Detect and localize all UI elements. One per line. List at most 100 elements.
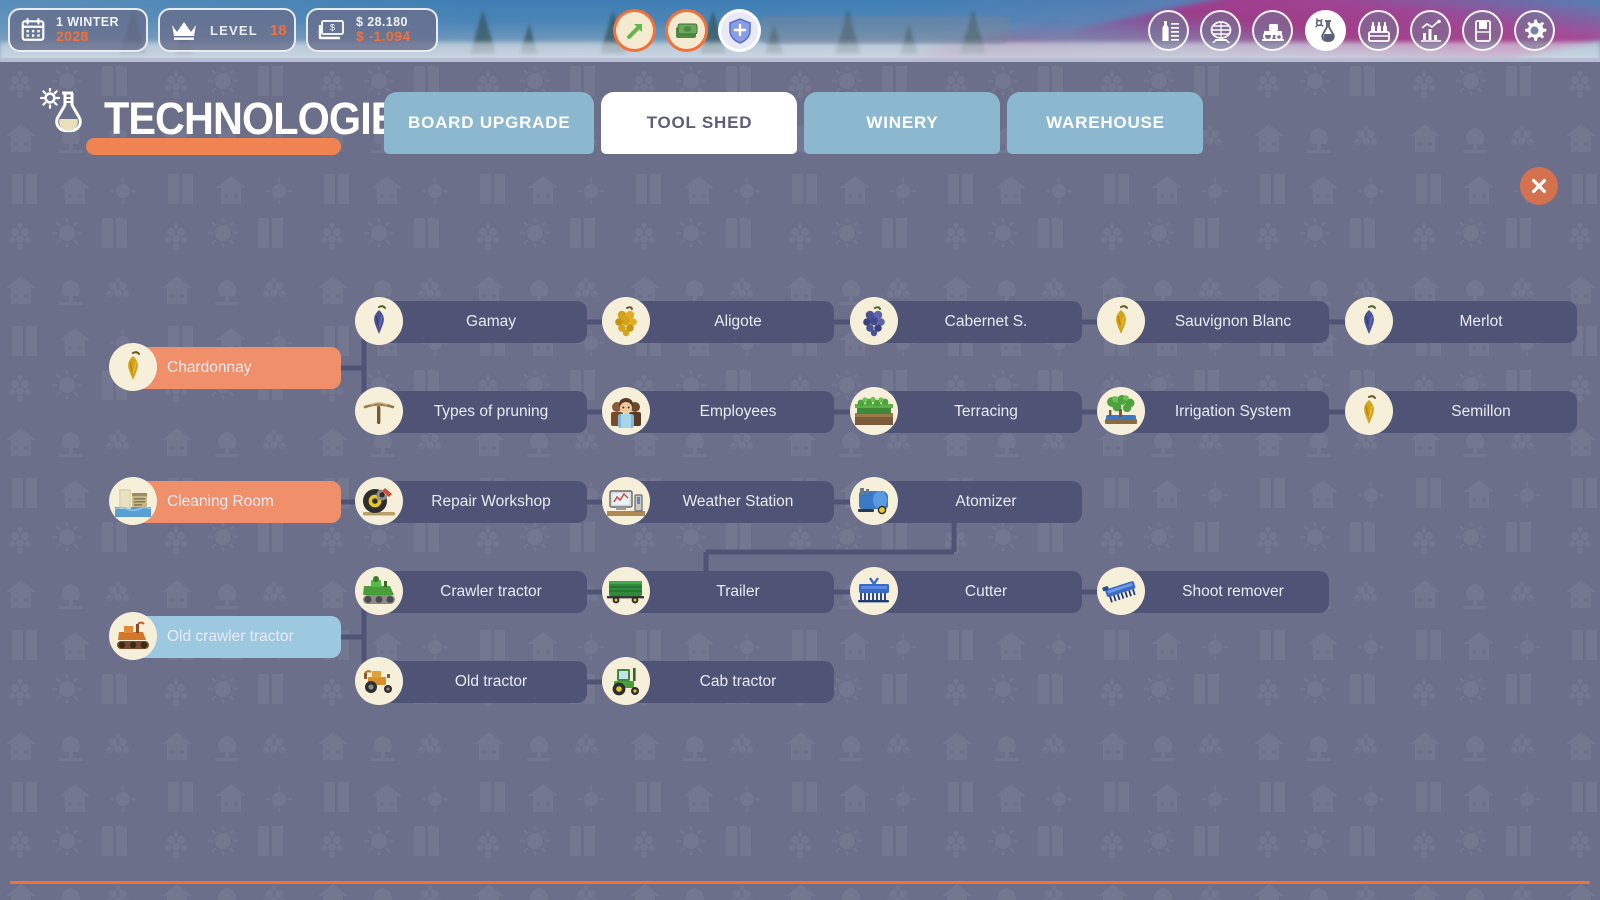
- tech-node-pill: Old crawler tractor: [133, 616, 341, 658]
- tech-node-weatherstation[interactable]: Weather Station: [602, 476, 834, 525]
- tech-node-label: Terracing: [954, 403, 1018, 420]
- tech-node-gamay[interactable]: Gamay: [355, 296, 587, 345]
- old-crawler-icon: [109, 611, 157, 660]
- tech-node-cabtractor[interactable]: Cab tractor: [602, 656, 834, 705]
- green-arrow-icon: [626, 23, 642, 39]
- money-badge[interactable]: [668, 12, 705, 49]
- tech-node-oldtractor[interactable]: Old tractor: [355, 656, 587, 705]
- book-ledger-icon: [1474, 19, 1491, 42]
- bottle-crate-icon-button[interactable]: [1358, 10, 1399, 51]
- tech-node-pill: Semillon: [1369, 391, 1577, 433]
- tech-node-label: Cabernet S.: [944, 313, 1028, 330]
- tractor-icon-button[interactable]: [1252, 10, 1293, 51]
- tech-node-aligote[interactable]: Aligote: [602, 296, 834, 345]
- tech-node-pill: Merlot: [1369, 301, 1577, 343]
- tech-node-pruning[interactable]: Types of pruning: [355, 386, 587, 435]
- book-ledger-icon-button[interactable]: [1462, 10, 1503, 51]
- tech-node-terracing[interactable]: Terracing: [850, 386, 1082, 435]
- date-chip[interactable]: 1 WINTER 2028: [8, 8, 148, 52]
- blue-grape-icon: [355, 296, 403, 345]
- tech-node-chardonnay[interactable]: Chardonnay: [109, 342, 341, 391]
- tech-node-pill: Shoot remover: [1121, 571, 1329, 613]
- tech-node-pill: Gamay: [379, 301, 587, 343]
- calendar-icon: [20, 17, 46, 43]
- tech-node-label: Old crawler tractor: [167, 628, 294, 645]
- tech-node-irrigation[interactable]: Irrigation System: [1097, 386, 1329, 435]
- blue-shield-icon: [728, 17, 751, 44]
- tech-node-pill: Sauvignon Blanc: [1121, 301, 1329, 343]
- date-year: 2028: [56, 28, 89, 45]
- tech-node-label: Irrigation System: [1174, 403, 1292, 420]
- tech-node-label: Chardonnay: [167, 359, 252, 376]
- tech-node-pill: Cab tractor: [626, 661, 834, 703]
- banknote-icon: $: [318, 18, 346, 42]
- tech-node-atomizer[interactable]: Atomizer: [850, 476, 1082, 525]
- shoot-remover-icon: [1097, 566, 1145, 615]
- weather-monitor-icon: [602, 476, 650, 525]
- yellow-grapes-icon: [602, 296, 650, 345]
- barrel-icon: [1210, 20, 1231, 43]
- tech-node-pill: Irrigation System: [1121, 391, 1329, 433]
- cash-stack-icon: [676, 23, 698, 38]
- tech-node-sauvignonblanc[interactable]: Sauvignon Blanc: [1097, 296, 1329, 345]
- tech-node-pill: Cleaning Room: [133, 481, 341, 523]
- blue-grapes-icon: [850, 296, 898, 345]
- yellow-grape-icon: [1097, 296, 1145, 345]
- terrace-field-icon: [850, 386, 898, 435]
- tech-node-trailer[interactable]: Trailer: [602, 566, 834, 615]
- money-chip[interactable]: $ $ 28.180 $ -1.094: [306, 8, 438, 52]
- cab-tractor-icon: [602, 656, 650, 705]
- flask-technologies-icon: [1315, 18, 1335, 42]
- tech-node-cleaningroom[interactable]: Cleaning Room: [109, 476, 341, 525]
- tech-node-employees[interactable]: Employees: [602, 386, 834, 435]
- tech-node-label: Crawler tractor: [440, 583, 542, 600]
- tech-node-oldcrawler[interactable]: Old crawler tractor: [109, 611, 341, 660]
- technologies-panel: TECHNOLOGIES BOARD UPGRADE TOOL SHED WIN…: [0, 62, 1600, 900]
- irrigation-icon: [1097, 386, 1145, 435]
- tractor-icon: [1261, 23, 1284, 41]
- bottom-accent-line: [10, 881, 1590, 884]
- tech-node-merlot[interactable]: Merlot: [1345, 296, 1577, 345]
- tech-node-pill: Employees: [626, 391, 834, 433]
- tech-node-label: Types of pruning: [433, 403, 549, 420]
- blue-grape-icon: [1345, 296, 1393, 345]
- statistics-chart-icon-button[interactable]: [1410, 10, 1451, 51]
- tire-wrench-icon: [355, 476, 403, 525]
- growth-badge[interactable]: [616, 12, 653, 49]
- tech-tree: Chardonnay Gamay Aligote Cabernet S. Sauvign…: [0, 62, 1600, 900]
- tech-node-crawlertractor[interactable]: Crawler tractor: [355, 566, 587, 615]
- tech-node-pill: Weather Station: [626, 481, 834, 523]
- tech-node-label: Trailer: [716, 583, 760, 600]
- pruning-shears-icon: [355, 386, 403, 435]
- tech-node-cutter[interactable]: Cutter: [850, 566, 1082, 615]
- level-value: 18: [269, 21, 287, 39]
- scene-blurred-bar: [760, 16, 1010, 44]
- tech-node-label: Cutter: [964, 583, 1008, 600]
- tech-node-cabernet[interactable]: Cabernet S.: [850, 296, 1082, 345]
- green-trailer-icon: [602, 566, 650, 615]
- settings-gear-icon-button[interactable]: [1514, 10, 1555, 51]
- tech-node-pill: Trailer: [626, 571, 834, 613]
- barrel-icon-button[interactable]: [1200, 10, 1241, 51]
- tech-node-label: Atomizer: [955, 493, 1017, 510]
- tech-node-repairworkshop[interactable]: Repair Workshop: [355, 476, 587, 525]
- blue-cutter-icon: [850, 566, 898, 615]
- tech-node-label: Employees: [699, 403, 777, 420]
- cleaning-room-icon: [109, 476, 157, 525]
- tech-node-pill: Types of pruning: [379, 391, 587, 433]
- bottle-list-icon-button[interactable]: [1148, 10, 1189, 51]
- level-label: LEVEL: [210, 22, 258, 38]
- tech-node-label: Weather Station: [682, 493, 794, 510]
- tech-node-label: Cab tractor: [699, 673, 777, 690]
- tech-node-semillon[interactable]: Semillon: [1345, 386, 1577, 435]
- tech-node-shootremover[interactable]: Shoot remover: [1097, 566, 1329, 615]
- flask-technologies-icon-button[interactable]: [1305, 10, 1346, 51]
- green-crawler-icon: [355, 566, 403, 615]
- level-chip[interactable]: LEVEL 18: [158, 8, 296, 52]
- shield-badge[interactable]: [721, 12, 758, 49]
- tech-node-pill: Chardonnay: [133, 347, 341, 389]
- tech-node-label: Old tractor: [454, 673, 528, 690]
- bottle-crate-icon: [1367, 21, 1390, 42]
- bottle-list-icon: [1161, 20, 1179, 41]
- settings-gear-icon: [1525, 19, 1547, 41]
